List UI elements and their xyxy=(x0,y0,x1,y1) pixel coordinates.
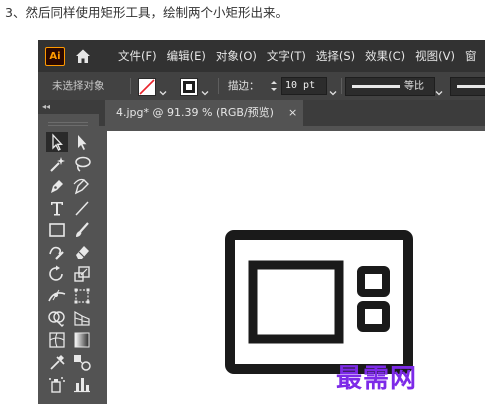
menu-select[interactable]: 选择(S) xyxy=(316,40,355,72)
stroke-stepper-icon[interactable] xyxy=(269,78,279,94)
menu-file[interactable]: 文件(F) xyxy=(118,40,157,72)
pen-tool-icon[interactable] xyxy=(46,176,68,196)
stroke-label[interactable]: 描边： xyxy=(228,72,260,100)
panel-grip[interactable] xyxy=(48,122,88,126)
menu-window[interactable]: 窗 xyxy=(465,40,477,72)
stroke-weight-input[interactable]: 10 pt xyxy=(281,77,327,95)
menu-view[interactable]: 视图(V) xyxy=(415,40,455,72)
direct-selection-tool-icon[interactable] xyxy=(71,132,93,152)
shape-builder-tool-icon[interactable] xyxy=(46,308,68,328)
blend-tool-icon[interactable] xyxy=(71,352,93,372)
divider xyxy=(130,78,131,94)
small-rectangle-top xyxy=(357,266,390,297)
divider xyxy=(341,78,342,94)
rectangle-tool-icon[interactable] xyxy=(46,220,68,240)
chevron-down-icon[interactable] xyxy=(435,82,443,96)
paintbrush-tool-icon[interactable] xyxy=(71,220,93,240)
line-segment-tool-icon[interactable] xyxy=(71,198,93,218)
chevron-down-icon[interactable] xyxy=(159,82,167,96)
home-icon[interactable] xyxy=(74,47,92,65)
document-tab[interactable]: 4.jpg* @ 91.39 % (RGB/预览) × xyxy=(105,100,303,126)
gradient-tool-icon[interactable] xyxy=(71,330,93,350)
panel-header: ◂◂ xyxy=(38,100,99,114)
step-caption: 3、然后同样使用矩形工具，绘制两个小矩形出来。 xyxy=(5,5,288,20)
free-transform-tool-icon[interactable] xyxy=(71,286,93,306)
menu-list: 文件(F) 编辑(E) 对象(O) 文字(T) 选择(S) 效果(C) 视图(V… xyxy=(118,40,485,72)
watermark: 最需网 xyxy=(336,364,418,394)
menu-type[interactable]: 文字(T) xyxy=(267,40,306,72)
shaper-tool-icon[interactable] xyxy=(46,242,68,262)
fill-swatch[interactable] xyxy=(138,78,156,96)
close-icon[interactable]: × xyxy=(288,100,297,126)
collapse-icon[interactable]: ◂◂ xyxy=(42,100,50,114)
artboard[interactable] xyxy=(107,131,485,404)
stroke-profile-dropdown[interactable]: 等比 xyxy=(345,77,435,96)
divider xyxy=(218,78,219,94)
selection-status: 未选择对象 xyxy=(52,80,105,92)
menu-effect[interactable]: 效果(C) xyxy=(365,40,405,72)
profile-line xyxy=(352,85,400,88)
width-tool-icon[interactable] xyxy=(46,286,68,306)
app-logo: Ai xyxy=(45,47,65,66)
large-inner-rectangle xyxy=(248,260,344,344)
menu-bar: Ai 文件(F) 编辑(E) 对象(O) 文字(T) 选择(S) 效果(C) 视… xyxy=(38,40,485,72)
document-area: 4.jpg* @ 91.39 % (RGB/预览) × xyxy=(99,100,485,404)
type-tool-icon[interactable] xyxy=(46,198,68,218)
column-graph-tool-icon[interactable] xyxy=(71,374,93,394)
magic-wand-tool-icon[interactable] xyxy=(46,154,68,174)
eyedropper-tool-icon[interactable] xyxy=(46,352,68,372)
menu-object[interactable]: 对象(O) xyxy=(216,40,257,72)
control-bar: 未选择对象 描边： 10 pt 等比 xyxy=(38,72,485,100)
profile-label: 等比 xyxy=(404,81,424,92)
chevron-down-icon[interactable] xyxy=(201,82,209,96)
selection-tool-icon[interactable] xyxy=(46,132,68,152)
curvature-tool-icon[interactable] xyxy=(71,176,93,196)
document-tab-bar: 4.jpg* @ 91.39 % (RGB/预览) × xyxy=(99,100,485,126)
brush-line xyxy=(457,85,485,88)
tools-panel: ◂◂ xyxy=(38,100,99,404)
menu-edit[interactable]: 编辑(E) xyxy=(167,40,206,72)
perspective-grid-tool-icon[interactable] xyxy=(71,308,93,328)
illustrator-window: Ai 文件(F) 编辑(E) 对象(O) 文字(T) 选择(S) 效果(C) 视… xyxy=(38,40,485,404)
document-tab-title: 4.jpg* @ 91.39 % (RGB/预览) xyxy=(116,106,274,119)
chevron-down-icon[interactable] xyxy=(329,82,337,96)
scale-tool-icon[interactable] xyxy=(71,264,93,284)
mesh-tool-icon[interactable] xyxy=(46,330,68,350)
lasso-tool-icon[interactable] xyxy=(71,154,93,174)
symbol-sprayer-tool-icon[interactable] xyxy=(46,374,68,394)
stroke-swatch[interactable] xyxy=(180,78,198,96)
eraser-tool-icon[interactable] xyxy=(71,242,93,262)
rotate-tool-icon[interactable] xyxy=(46,264,68,284)
brush-dropdown[interactable] xyxy=(450,77,485,96)
small-rectangle-bottom xyxy=(357,301,390,332)
